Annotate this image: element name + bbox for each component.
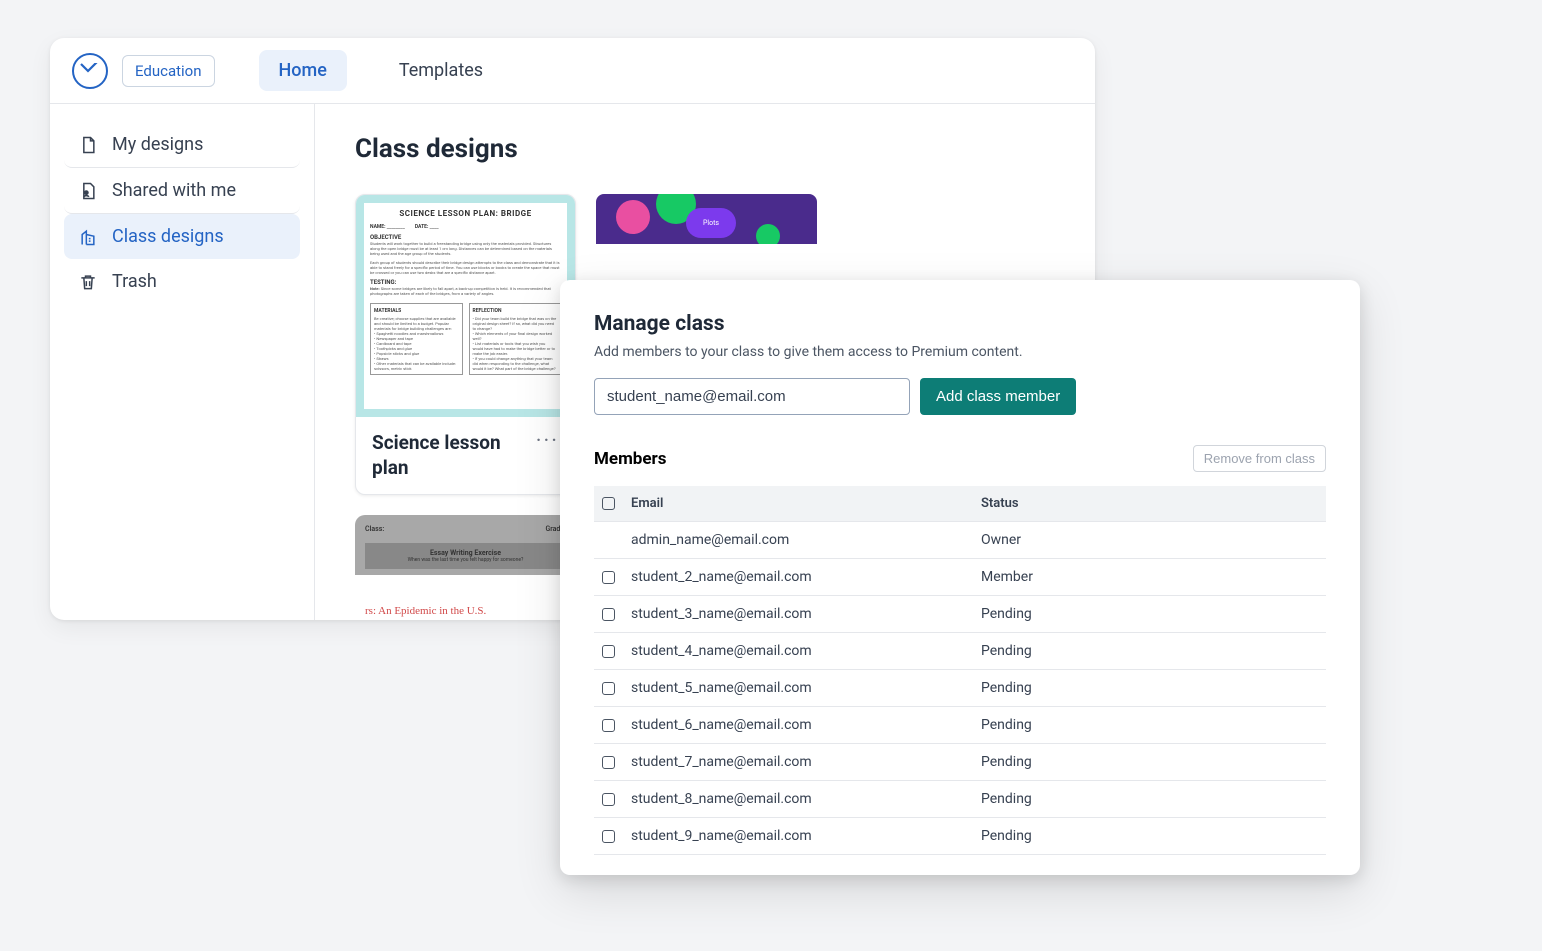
row-checkbox[interactable]	[602, 608, 615, 621]
member-email: student_5_name@email.com	[623, 670, 973, 707]
sidebar-item-class-designs[interactable]: Class designs	[64, 214, 300, 259]
manage-class-modal: Manage class Add members to your class t…	[560, 280, 1360, 875]
select-all-checkbox[interactable]	[602, 497, 615, 510]
trash-icon	[78, 272, 98, 292]
sidebar-item-label: Shared with me	[112, 180, 236, 201]
member-status: Pending	[973, 596, 1326, 633]
sidebar-item-my-designs[interactable]: My designs	[64, 122, 300, 168]
row-checkbox[interactable]	[602, 830, 615, 843]
member-email: admin_name@email.com	[623, 522, 973, 559]
table-row: student_8_name@email.comPending	[594, 781, 1326, 818]
card-thumbnail: SCIENCE LESSON PLAN: BRIDGE NAME: ______…	[356, 195, 575, 417]
page-title: Class designs	[355, 134, 1055, 164]
shared-icon	[78, 181, 98, 201]
tab-home[interactable]: Home	[259, 50, 347, 91]
member-email: student_6_name@email.com	[623, 707, 973, 744]
member-email: student_8_name@email.com	[623, 781, 973, 818]
design-card[interactable]: rs: An Epidemic in the U.S. ng millions …	[355, 595, 576, 620]
member-email: student_7_name@email.com	[623, 744, 973, 781]
table-row: student_6_name@email.comPending	[594, 707, 1326, 744]
member-status: Pending	[973, 633, 1326, 670]
table-row: student_4_name@email.comPending	[594, 633, 1326, 670]
modal-title: Manage class	[594, 312, 1326, 336]
member-email: student_4_name@email.com	[623, 633, 973, 670]
logo-icon	[72, 53, 108, 89]
sidebar-item-shared[interactable]: Shared with me	[64, 168, 300, 214]
plan-tag[interactable]: Education	[122, 55, 215, 87]
members-table: Email Status admin_name@email.comOwnerst…	[594, 486, 1326, 855]
file-icon	[78, 135, 98, 155]
topbar: Education Home Templates	[50, 38, 1095, 104]
sidebar-item-label: Trash	[112, 271, 157, 292]
card-more-button[interactable]: ···	[536, 431, 559, 453]
card-title: Science lesson plan	[372, 431, 536, 480]
column-header-email: Email	[623, 486, 973, 522]
table-row: student_7_name@email.comPending	[594, 744, 1326, 781]
table-row: student_3_name@email.comPending	[594, 596, 1326, 633]
row-checkbox[interactable]	[602, 756, 615, 769]
modal-subtitle: Add members to your class to give them a…	[594, 344, 1326, 360]
row-checkbox[interactable]	[602, 571, 615, 584]
table-row: admin_name@email.comOwner	[594, 522, 1326, 559]
design-card[interactable]: Class:Grade: Essay Writing ExerciseWhen …	[355, 515, 576, 575]
design-card[interactable]: SCIENCE LESSON PLAN: BRIDGE NAME: ______…	[355, 194, 576, 495]
member-status: Pending	[973, 818, 1326, 855]
member-status: Member	[973, 559, 1326, 596]
sidebar-item-label: My designs	[112, 134, 203, 155]
members-heading: Members	[594, 449, 667, 469]
remove-from-class-button[interactable]: Remove from class	[1193, 445, 1326, 472]
table-row: student_9_name@email.comPending	[594, 818, 1326, 855]
sidebar-item-trash[interactable]: Trash	[64, 259, 300, 304]
column-header-status: Status	[973, 486, 1326, 522]
member-email: student_2_name@email.com	[623, 559, 973, 596]
email-input[interactable]	[594, 378, 910, 415]
member-status: Owner	[973, 522, 1326, 559]
member-status: Pending	[973, 707, 1326, 744]
design-card[interactable]: Plots	[596, 194, 817, 244]
tab-templates[interactable]: Templates	[379, 50, 503, 91]
row-checkbox[interactable]	[602, 719, 615, 732]
add-class-member-button[interactable]: Add class member	[920, 378, 1076, 415]
building-icon	[78, 227, 98, 247]
row-checkbox[interactable]	[602, 793, 615, 806]
member-status: Pending	[973, 744, 1326, 781]
sidebar-item-label: Class designs	[112, 226, 224, 247]
table-row: student_2_name@email.comMember	[594, 559, 1326, 596]
member-status: Pending	[973, 670, 1326, 707]
row-checkbox[interactable]	[602, 682, 615, 695]
sidebar: My designs Shared with me Class designs …	[50, 104, 315, 620]
member-email: student_3_name@email.com	[623, 596, 973, 633]
row-checkbox[interactable]	[602, 645, 615, 658]
member-email: student_9_name@email.com	[623, 818, 973, 855]
table-row: student_5_name@email.comPending	[594, 670, 1326, 707]
card-thumbnail: Class:Grade: Essay Writing ExerciseWhen …	[355, 515, 576, 575]
member-status: Pending	[973, 781, 1326, 818]
